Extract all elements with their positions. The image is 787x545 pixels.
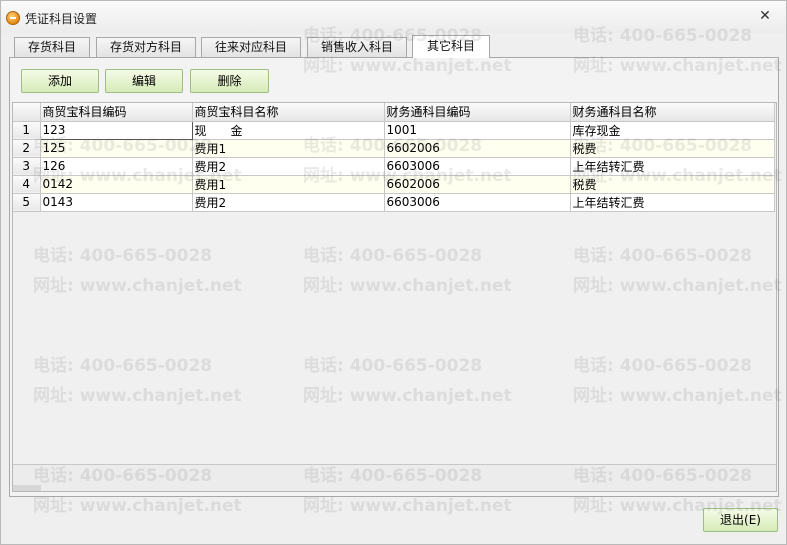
tab-sales-revenue-accounts[interactable]: 销售收入科目	[307, 37, 407, 58]
column-header[interactable]: 财务通科目名称	[570, 103, 775, 122]
table-row[interactable]: 1 123 现 金 1001 库存现金	[13, 120, 775, 140]
table-cell[interactable]: 125	[40, 139, 193, 158]
table-row[interactable]: 5 0143 费用2 6603006 上年结转汇费	[13, 193, 775, 212]
row-number: 5	[13, 193, 41, 212]
row-number: 1	[13, 121, 41, 140]
table-header-row: 商贸宝科目编码 商贸宝科目名称 财务通科目编码 财务通科目名称	[13, 103, 775, 122]
accounts-grid: 商贸宝科目编码 商贸宝科目名称 财务通科目编码 财务通科目名称 1 123 现 …	[12, 102, 777, 492]
table-cell[interactable]: 上年结转汇费	[570, 157, 775, 176]
table-row[interactable]: 2 125 费用1 6602006 税费	[13, 139, 775, 158]
table-cell[interactable]: 126	[40, 157, 193, 176]
table-cell[interactable]: 费用1	[192, 175, 385, 194]
horizontal-scrollbar[interactable]	[13, 464, 776, 491]
window-title: 凭证科目设置	[25, 12, 98, 26]
table-cell[interactable]: 6603006	[384, 157, 571, 176]
table-row[interactable]: 4 0142 费用1 6602006 税费	[13, 175, 775, 194]
column-header[interactable]: 商贸宝科目名称	[192, 103, 385, 122]
table-cell[interactable]: 税费	[570, 175, 775, 194]
row-number: 3	[13, 157, 41, 176]
table-cell[interactable]: 6603006	[384, 193, 571, 212]
row-number: 4	[13, 175, 41, 194]
tab-inventory-accounts[interactable]: 存货科目	[14, 37, 90, 58]
tab-inventory-contra-accounts[interactable]: 存货对方科目	[96, 37, 196, 58]
table-cell[interactable]: 费用2	[192, 157, 385, 176]
dialog-window: 凭证科目设置 ✕ 存货科目 存货对方科目 往来对应科目 销售收入科目 其它科目 …	[0, 0, 787, 545]
table-cell[interactable]: 费用1	[192, 139, 385, 158]
edit-button[interactable]: 编辑	[105, 69, 183, 93]
app-icon	[6, 11, 20, 25]
delete-button[interactable]: 删除	[190, 69, 269, 93]
table-cell[interactable]: 0143	[40, 193, 193, 212]
exit-button[interactable]: 退出(E)	[703, 508, 778, 532]
table-cell[interactable]: 123	[39, 120, 193, 140]
table-cell[interactable]: 库存现金	[570, 121, 775, 140]
table-cell[interactable]: 6602006	[384, 175, 571, 194]
row-number-header	[13, 103, 41, 122]
table-row[interactable]: 3 126 费用2 6603006 上年结转汇费	[13, 157, 775, 176]
table-cell[interactable]: 现 金	[192, 121, 385, 140]
title-bar: 凭证科目设置 ✕	[1, 1, 786, 33]
table-cell[interactable]: 费用2	[192, 193, 385, 212]
table-cell[interactable]: 1001	[384, 121, 571, 140]
add-button[interactable]: 添加	[21, 69, 99, 93]
tab-other-accounts[interactable]: 其它科目	[412, 35, 490, 58]
table-cell[interactable]: 上年结转汇费	[570, 193, 775, 212]
column-header[interactable]: 商贸宝科目编码	[40, 103, 193, 122]
accounts-table: 商贸宝科目编码 商贸宝科目名称 财务通科目编码 财务通科目名称 1 123 现 …	[13, 103, 775, 212]
close-icon[interactable]: ✕	[758, 9, 772, 23]
table-cell[interactable]: 0142	[40, 175, 193, 194]
table-cell[interactable]: 税费	[570, 139, 775, 158]
table-cell[interactable]: 6602006	[384, 139, 571, 158]
row-number: 2	[13, 139, 41, 158]
scrollbar-thumb[interactable]	[13, 485, 41, 491]
column-header[interactable]: 财务通科目编码	[384, 103, 571, 122]
tab-receivable-accounts[interactable]: 往来对应科目	[201, 37, 301, 58]
tab-bar: 存货科目 存货对方科目 往来对应科目 销售收入科目 其它科目	[14, 35, 779, 58]
